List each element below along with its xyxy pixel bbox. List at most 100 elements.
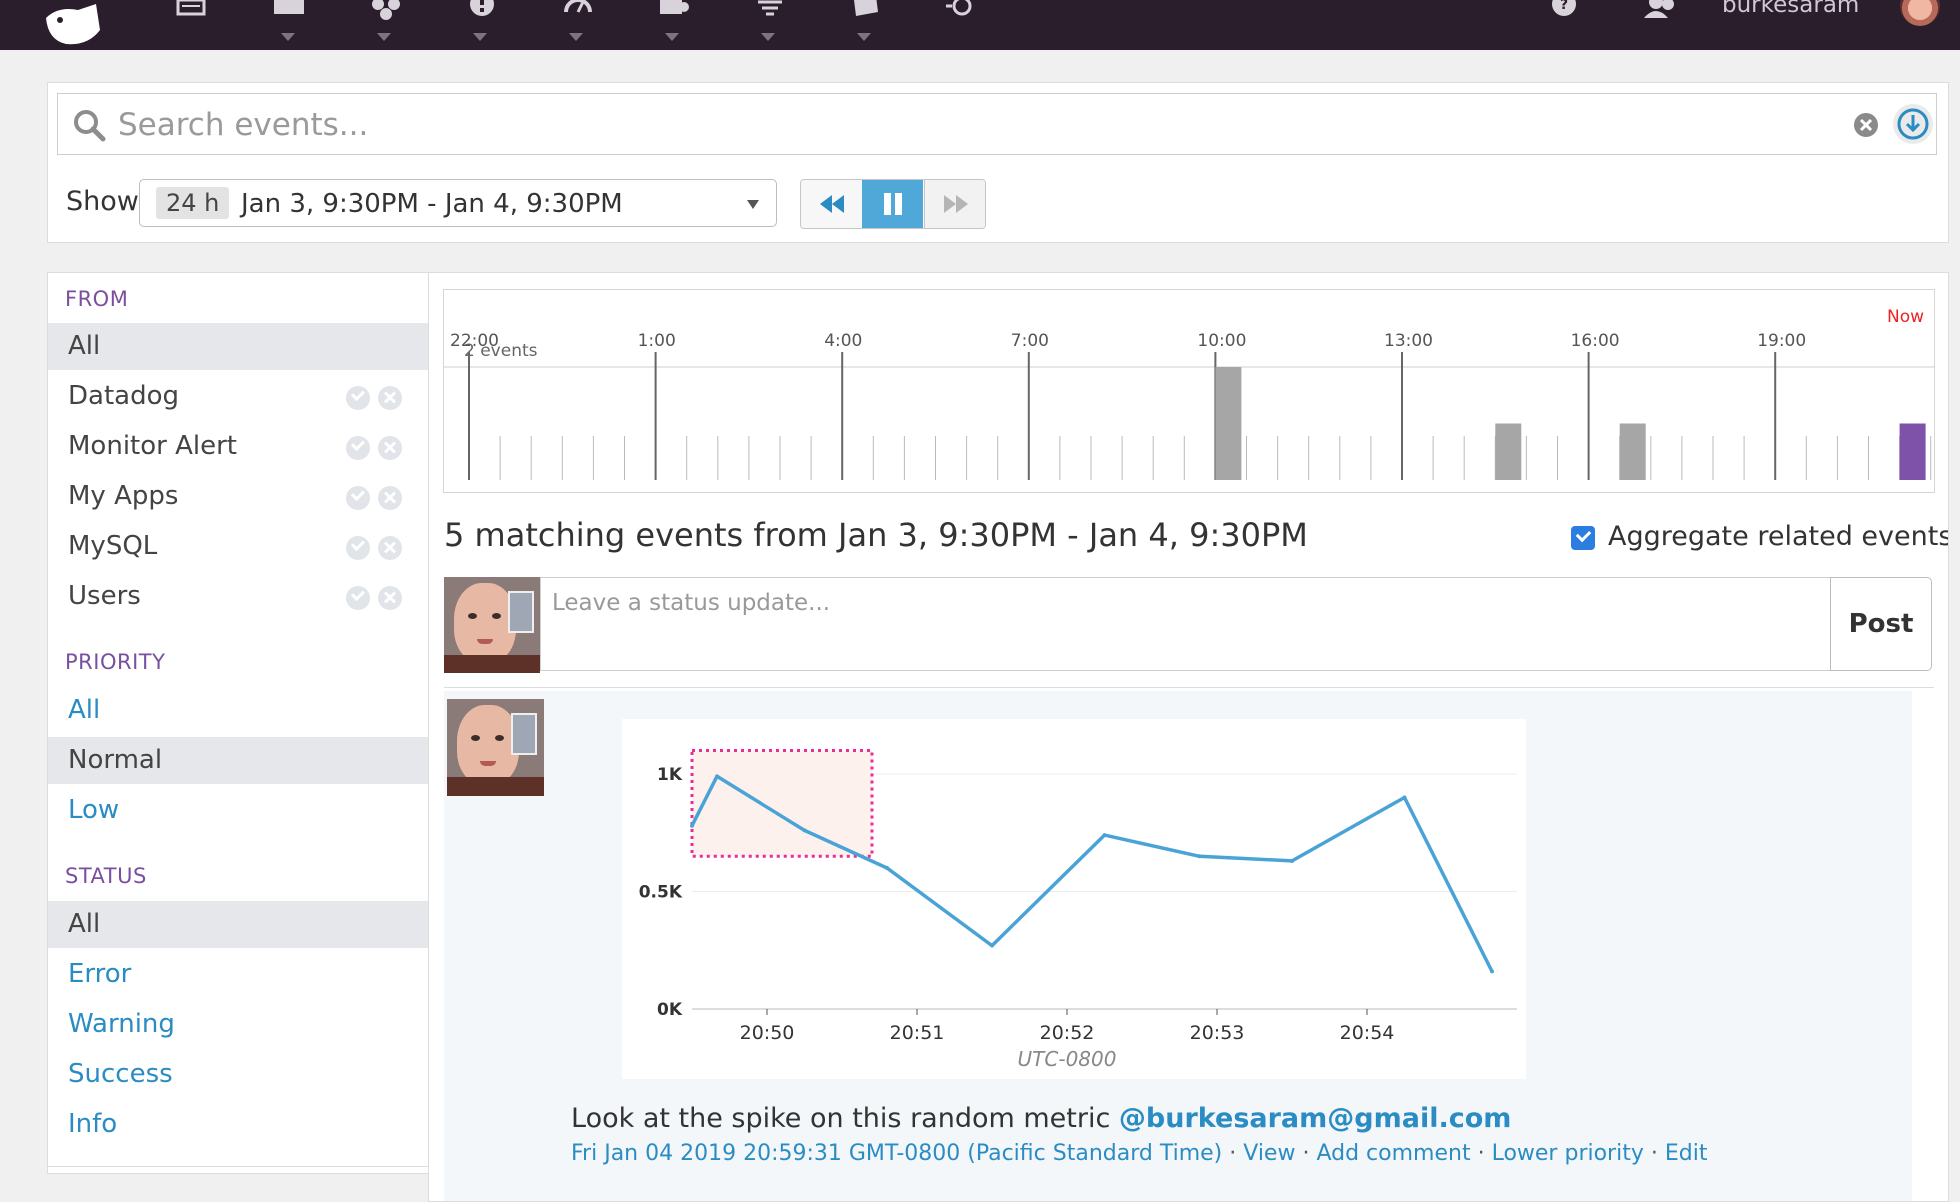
include-check-icon[interactable] — [346, 486, 370, 510]
status-item-warning[interactable]: Warning — [48, 1001, 429, 1048]
infrastructure-icon[interactable] — [270, 0, 310, 24]
include-check-icon[interactable] — [346, 436, 370, 460]
rewind-icon — [819, 195, 844, 213]
from-item-all[interactable]: All — [48, 323, 429, 370]
add-comment-link[interactable]: Add comment — [1316, 1141, 1470, 1166]
status-item-success[interactable]: Success — [48, 1051, 429, 1098]
highlight-selection[interactable] — [690, 749, 874, 858]
from-item-users[interactable]: Users — [48, 573, 429, 620]
exclude-x-icon[interactable] — [378, 586, 402, 610]
logs-icon[interactable] — [846, 0, 886, 24]
x-tick-label: 20:50 — [740, 1022, 795, 1044]
data-point — [1102, 833, 1107, 838]
pause-button[interactable] — [862, 180, 923, 228]
priority-header: PRIORITY — [65, 650, 166, 674]
lower-priority-link[interactable]: Lower priority — [1492, 1141, 1644, 1166]
status-item-all[interactable]: All — [48, 901, 429, 948]
filter-sidebar: FROM All Datadog Monitor Alert My Apps M… — [47, 272, 430, 1174]
sidebar-item-label: All — [68, 695, 101, 725]
user-name[interactable]: burkesaram — [1722, 0, 1859, 18]
view-link[interactable]: View — [1243, 1141, 1295, 1166]
event-mention-link[interactable]: @burkesaram@gmail.com — [1119, 1103, 1512, 1134]
x-tick-label: 20:53 — [1190, 1022, 1245, 1044]
data-point — [715, 774, 719, 779]
from-item-my-apps[interactable]: My Apps — [48, 473, 429, 520]
sidebar-item-label: Normal — [68, 745, 163, 775]
event-timeline[interactable]: Now 2 events 22:00 1:00 4:00 7:00 10:00 13:00… — [443, 289, 1935, 493]
timeline-tick-label: 16:00 — [1571, 331, 1620, 351]
help-icon[interactable]: ? — [1544, 0, 1584, 24]
exclude-x-icon[interactable] — [378, 436, 402, 460]
include-check-icon[interactable] — [346, 586, 370, 610]
status-placeholder: Leave a status update... — [552, 590, 831, 616]
status-update-input[interactable]: Leave a status update... — [540, 577, 1831, 671]
checkbox-checked-icon[interactable] — [1571, 526, 1595, 550]
exclude-x-icon[interactable] — [378, 536, 402, 560]
event-timestamp[interactable]: Fri Jan 04 2019 20:59:31 GMT-0800 (Pacif… — [571, 1141, 1222, 1166]
exclude-x-icon[interactable] — [378, 486, 402, 510]
timeline-bar[interactable] — [1215, 367, 1242, 480]
datadog-logo-icon[interactable] — [38, 0, 118, 48]
status-header: STATUS — [65, 864, 147, 888]
timeline-bar[interactable] — [1619, 423, 1646, 481]
avatar — [447, 699, 544, 796]
status-item-info[interactable]: Info — [48, 1101, 429, 1148]
sidebar-item-label: Low — [68, 795, 120, 825]
priority-item-normal[interactable]: Normal — [48, 737, 429, 784]
apm-icon[interactable] — [654, 0, 694, 24]
priority-item-all[interactable]: All — [48, 687, 429, 734]
timeline-bar[interactable] — [1495, 423, 1522, 481]
event-meta: Fri Jan 04 2019 20:59:31 GMT-0800 (Pacif… — [571, 1141, 1708, 1166]
chevron-down-icon — [747, 200, 759, 209]
include-check-icon[interactable] — [346, 386, 370, 410]
timeline-bar[interactable] — [1899, 423, 1926, 481]
integrations-icon[interactable] — [366, 0, 406, 24]
sidebar-item-label: Warning — [68, 1009, 175, 1039]
data-point — [990, 943, 994, 948]
svg-text:?: ? — [1560, 0, 1568, 13]
edit-link[interactable]: Edit — [1665, 1141, 1708, 1166]
time-range-select[interactable]: 24 h Jan 3, 9:30PM - Jan 4, 9:30PM — [139, 179, 777, 227]
exclude-x-icon[interactable] — [378, 386, 402, 410]
timeline-now-label: Now — [1887, 307, 1924, 327]
playback-controls — [800, 179, 986, 229]
post-button[interactable]: Post — [1830, 577, 1932, 671]
priority-item-low[interactable]: Low — [48, 787, 429, 834]
fast-forward-button[interactable] — [924, 180, 985, 228]
team-icon[interactable] — [1640, 0, 1680, 24]
chevron-down-icon — [281, 33, 295, 41]
chevron-down-icon — [857, 33, 871, 41]
timeline-tick-label: 7:00 — [1011, 331, 1049, 351]
rewind-button[interactable] — [801, 180, 863, 228]
y-tick-label: 0K — [657, 1000, 683, 1020]
from-item-datadog[interactable]: Datadog — [48, 373, 429, 420]
avatar[interactable] — [1900, 0, 1940, 26]
range-badge: 24 h — [156, 187, 230, 219]
search-input[interactable] — [116, 102, 1820, 148]
search-box — [57, 93, 1937, 155]
timeline-chart[interactable]: Now 2 events 22:00 1:00 4:00 7:00 10:00 13:00… — [444, 290, 1934, 492]
dashboard-icon[interactable] — [172, 0, 212, 24]
data-point — [1290, 858, 1294, 863]
event-message-text: Look at the spike on this random metric — [571, 1103, 1119, 1134]
from-header: FROM — [65, 287, 129, 311]
metrics-icon[interactable] — [558, 0, 598, 24]
include-check-icon[interactable] — [346, 536, 370, 560]
monitors-icon[interactable] — [462, 0, 502, 24]
aggregate-label: Aggregate related events — [1608, 521, 1949, 552]
metric-graph-snapshot[interactable]: 0K 0.5K 1K 20:50 20:51 20:52 20:53 20:54 UTC-080… — [622, 719, 1526, 1079]
timeline-tick-label: 22:00 — [450, 331, 499, 351]
from-item-mysql[interactable]: MySQL — [48, 523, 429, 570]
sidebar-item-label: MySQL — [68, 531, 158, 561]
divider — [48, 1166, 429, 1167]
clear-search-icon[interactable] — [1853, 112, 1879, 138]
download-icon[interactable] — [1893, 104, 1933, 144]
aggregate-checkbox[interactable]: Aggregate related events — [1571, 521, 1948, 555]
timeline-tick-label: 13:00 — [1384, 331, 1433, 351]
data-point — [885, 866, 889, 870]
from-item-monitor-alert[interactable]: Monitor Alert — [48, 423, 429, 470]
show-label: Show — [66, 186, 139, 217]
status-item-error[interactable]: Error — [48, 951, 429, 998]
notebooks-icon[interactable] — [750, 0, 790, 24]
watchdog-icon[interactable] — [940, 0, 980, 24]
